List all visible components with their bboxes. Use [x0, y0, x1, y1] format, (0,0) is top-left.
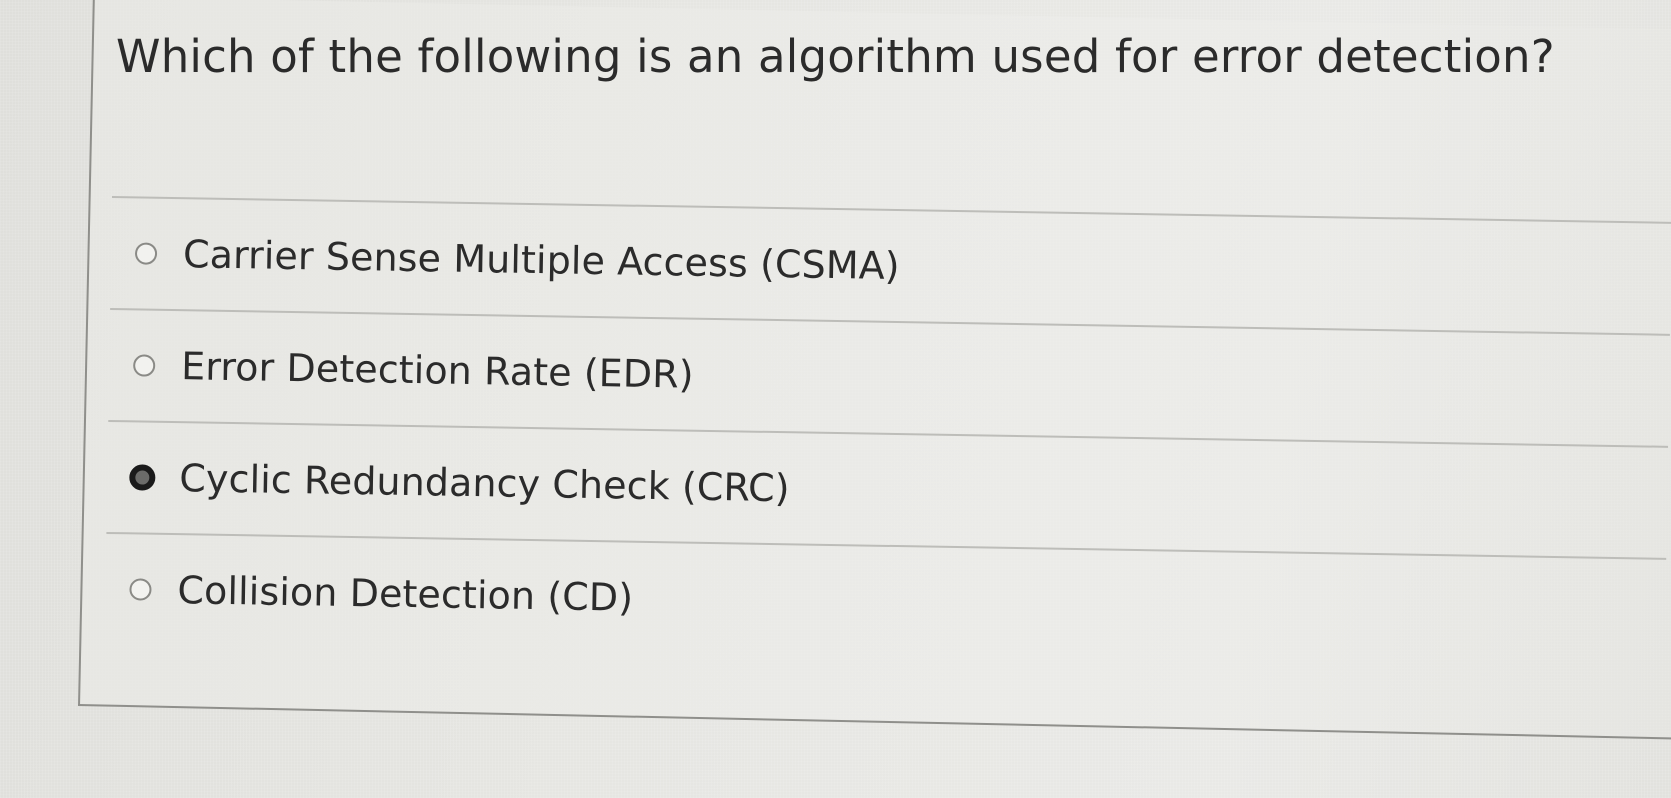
option-label-crc: Cyclic Redundancy Check (CRC) — [178, 456, 791, 511]
option-label-edr: Error Detection Rate (EDR) — [180, 344, 695, 397]
radio-button-edr[interactable] — [133, 354, 156, 377]
radio-button-cd[interactable] — [129, 578, 152, 601]
option-label-csma: Carrier Sense Multiple Access (CSMA) — [182, 232, 901, 289]
radio-button-crc[interactable] — [129, 464, 156, 491]
answer-options: Carrier Sense Multiple Access (CSMA) Err… — [104, 196, 1671, 670]
question-text: Which of the following is an algorithm u… — [116, 30, 1555, 83]
radio-button-csma[interactable] — [134, 242, 158, 265]
quiz-screen: Which of the following is an algorithm u… — [0, 0, 1671, 798]
option-label-cd: Collision Detection (CD) — [177, 568, 634, 620]
